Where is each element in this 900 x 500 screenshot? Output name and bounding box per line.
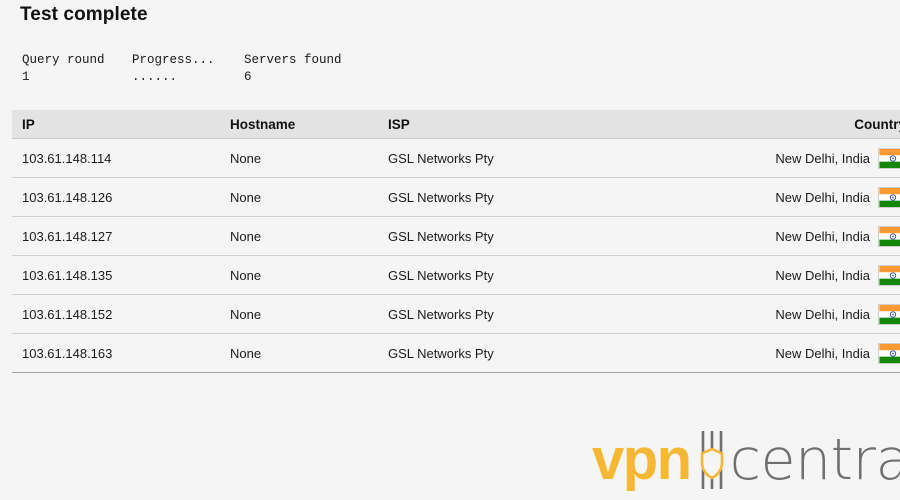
status-servers-found-label: Servers found xyxy=(244,53,342,67)
cell-ip: 103.61.148.152 xyxy=(12,294,220,334)
cell-hostname: None xyxy=(220,255,378,295)
cell-country: New Delhi, India xyxy=(718,333,900,373)
cell-ip: 103.61.148.163 xyxy=(12,333,220,373)
cell-isp: GSL Networks Pty xyxy=(378,255,718,295)
flag-india-icon xyxy=(878,186,900,208)
status-query-round-value: 1 xyxy=(22,70,30,84)
cell-isp: GSL Networks Pty xyxy=(378,294,718,334)
column-header-country[interactable]: Country xyxy=(718,110,900,139)
table-row[interactable]: 103.61.148.127 None GSL Networks Pty New De… xyxy=(12,216,900,256)
page-title: Test complete xyxy=(20,4,148,25)
flag-india-icon xyxy=(878,264,900,286)
status-strip: Query round 1 Progress... ...... Servers… xyxy=(22,52,384,85)
country-wrap: New Delhi, India xyxy=(775,225,900,247)
logo-shield-divider xyxy=(695,425,729,495)
cell-hostname: None xyxy=(220,216,378,256)
cell-hostname: None xyxy=(220,138,378,178)
cell-hostname: None xyxy=(220,294,378,334)
cell-ip: 103.61.148.135 xyxy=(12,255,220,295)
cell-country: New Delhi, India xyxy=(718,138,900,178)
test-results-page: Test complete Query round 1 Progress... … xyxy=(0,0,900,500)
table-body: 103.61.148.114 None GSL Networks Pty New De… xyxy=(12,138,900,373)
cell-ip: 103.61.148.126 xyxy=(12,177,220,217)
status-progress-label: Progress... xyxy=(132,53,215,67)
table-row[interactable]: 103.61.148.152 None GSL Networks Pty New De… xyxy=(12,294,900,334)
cell-isp: GSL Networks Pty xyxy=(378,216,718,256)
cell-hostname: None xyxy=(220,177,378,217)
cell-country: New Delhi, India xyxy=(718,177,900,217)
country-wrap: New Delhi, India xyxy=(775,303,900,325)
country-label: New Delhi, India xyxy=(775,267,870,283)
country-label: New Delhi, India xyxy=(775,228,870,244)
cell-country: New Delhi, India xyxy=(718,216,900,256)
status-progress-value: ...... xyxy=(132,70,178,84)
cell-hostname: None xyxy=(220,333,378,373)
vpncentral-logo: vpn central xyxy=(592,425,900,495)
table-row[interactable]: 103.61.148.126 None GSL Networks Pty New De… xyxy=(12,177,900,217)
country-wrap: New Delhi, India xyxy=(775,264,900,286)
cell-ip: 103.61.148.114 xyxy=(12,138,220,178)
country-wrap: New Delhi, India xyxy=(775,147,900,169)
cell-isp: GSL Networks Pty xyxy=(378,138,718,178)
column-header-ip[interactable]: IP xyxy=(12,110,220,139)
flag-india-icon xyxy=(878,303,900,325)
column-header-hostname[interactable]: Hostname xyxy=(220,110,378,139)
table-row[interactable]: 103.61.148.114 None GSL Networks Pty New De… xyxy=(12,138,900,178)
country-wrap: New Delhi, India xyxy=(775,186,900,208)
status-servers-found: Servers found 6 xyxy=(244,52,384,85)
status-query-round-label: Query round xyxy=(22,53,105,67)
logo-vpn-text: vpn xyxy=(592,427,692,492)
table-row[interactable]: 103.61.148.163 None GSL Networks Pty New De… xyxy=(12,333,900,373)
table-header: IP Hostname ISP Country xyxy=(12,110,900,139)
flag-india-icon xyxy=(878,342,900,364)
country-label: New Delhi, India xyxy=(775,306,870,322)
status-progress: Progress... ...... xyxy=(132,52,244,85)
cell-isp: GSL Networks Pty xyxy=(378,177,718,217)
country-label: New Delhi, India xyxy=(775,150,870,166)
column-header-isp[interactable]: ISP xyxy=(378,110,718,139)
country-label: New Delhi, India xyxy=(775,189,870,205)
table-row[interactable]: 103.61.148.135 None GSL Networks Pty New De… xyxy=(12,255,900,295)
shield-icon xyxy=(700,431,723,489)
country-wrap: New Delhi, India xyxy=(775,342,900,364)
cell-isp: GSL Networks Pty xyxy=(378,333,718,373)
logo-central-text: central xyxy=(729,427,900,493)
server-results-table: IP Hostname ISP Country 103.61.148.114No… xyxy=(12,110,900,373)
status-query-round: Query round 1 xyxy=(22,52,132,85)
flag-india-icon xyxy=(878,225,900,247)
cell-ip: 103.61.148.127 xyxy=(12,216,220,256)
status-servers-found-value: 6 xyxy=(244,70,252,84)
country-label: New Delhi, India xyxy=(775,345,870,361)
cell-country: New Delhi, India xyxy=(718,255,900,295)
cell-country: New Delhi, India xyxy=(718,294,900,334)
table-header-row: IP Hostname ISP Country xyxy=(12,110,900,139)
flag-india-icon xyxy=(878,147,900,169)
